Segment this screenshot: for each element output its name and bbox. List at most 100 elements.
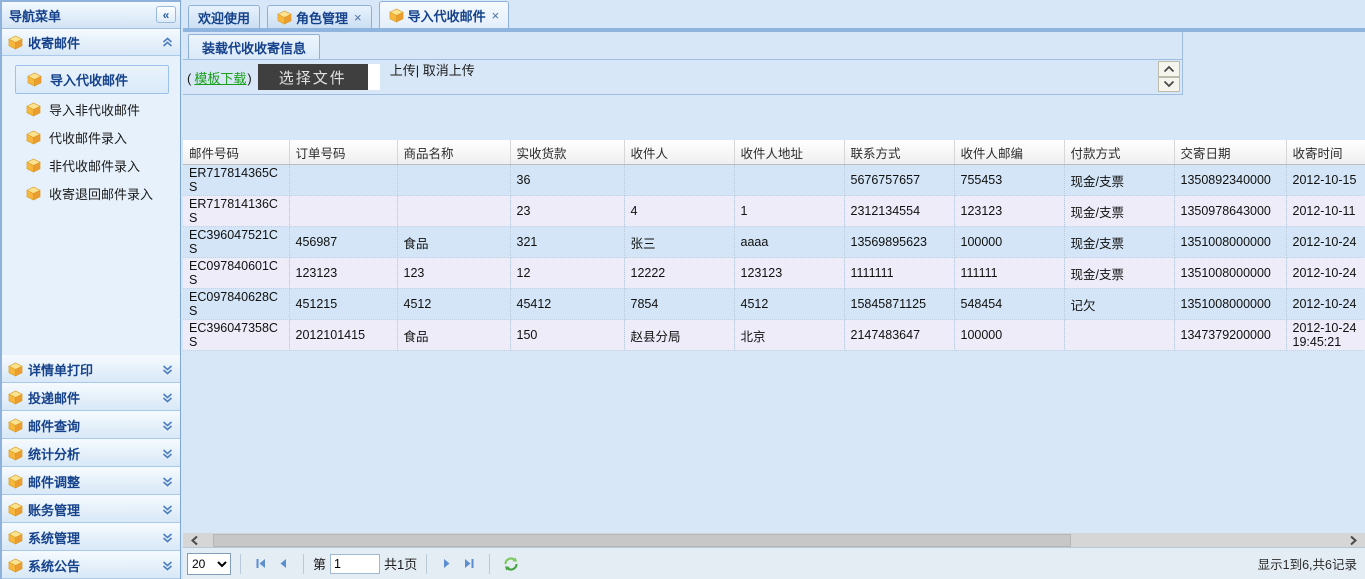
- next-page-icon: [440, 557, 454, 570]
- spinner-up-button[interactable]: [1158, 61, 1180, 77]
- sidebar-section-system-notice[interactable]: 系统公告: [2, 551, 180, 579]
- spinner-down-button[interactable]: [1158, 77, 1180, 93]
- table-cell: 15845871125: [844, 289, 954, 320]
- sidebar-collapse-button[interactable]: «: [156, 6, 176, 23]
- last-page-button[interactable]: [458, 555, 480, 572]
- table-cell: 4512: [397, 289, 510, 320]
- table-cell: 12222: [624, 258, 734, 289]
- sidebar-section-system-mgmt[interactable]: 系统管理: [2, 523, 180, 551]
- table-cell: ER717814136CS: [183, 196, 289, 227]
- table-row[interactable]: EC396047521CS456987食品321张三aaaa1356989562…: [183, 227, 1365, 258]
- subtab-label: 装载代收收寄信息: [202, 38, 306, 57]
- sidebar-item-import-collect-mail[interactable]: 导入代收邮件: [15, 65, 169, 94]
- table-row[interactable]: EC097840601CS123123123121222212312311111…: [183, 258, 1365, 289]
- upload-link[interactable]: 上传: [390, 63, 416, 78]
- sidebar-item-noncollect-mail-entry[interactable]: 非代收邮件录入: [2, 151, 180, 179]
- tab-import-collect-mail[interactable]: 导入代收邮件: [379, 1, 510, 28]
- table-row[interactable]: ER717814136CS23412312134554123123现金/支票13…: [183, 196, 1365, 227]
- table-cell: 548454: [954, 289, 1064, 320]
- prev-page-button[interactable]: [272, 555, 294, 572]
- sidebar-section-shouji-mail[interactable]: 收寄邮件: [2, 29, 180, 56]
- record-status: 显示1到6,共6记录: [1258, 554, 1365, 573]
- table-cell: 7854: [624, 289, 734, 320]
- table-cell: 现金/支票: [1064, 196, 1174, 227]
- sidebar-item-return-mail-entry[interactable]: 收寄退回邮件录入: [2, 179, 180, 207]
- last-page-icon: [462, 557, 476, 570]
- file-input-field[interactable]: 选择文件: [258, 64, 380, 90]
- chevron-down-icon[interactable]: [161, 475, 174, 488]
- chevron-down-icon[interactable]: [161, 503, 174, 516]
- tab-role-management[interactable]: 角色管理: [267, 5, 372, 28]
- table-cell: [624, 165, 734, 196]
- chevron-down-icon[interactable]: [161, 391, 174, 404]
- chevron-down-icon[interactable]: [161, 419, 174, 432]
- column-header[interactable]: 收寄时间: [1286, 140, 1365, 165]
- sidebar-section-mail-adjust[interactable]: 邮件调整: [2, 467, 180, 495]
- table-cell: 100000: [954, 227, 1064, 258]
- column-header[interactable]: 收件人地址: [734, 140, 844, 165]
- sidebar-item-label: 代收邮件录入: [49, 128, 127, 147]
- package-icon: [8, 530, 23, 545]
- chevron-down-icon[interactable]: [161, 363, 174, 376]
- column-header[interactable]: 邮件号码: [183, 140, 289, 165]
- table-cell: 1111111: [844, 258, 954, 289]
- page-number-input[interactable]: [330, 554, 380, 574]
- table-cell: 1: [734, 196, 844, 227]
- chevron-down-icon[interactable]: [161, 559, 174, 572]
- table-cell: 4: [624, 196, 734, 227]
- tab-welcome[interactable]: 欢迎使用: [188, 5, 260, 28]
- table-row[interactable]: EC396047358CS2012101415食品150赵县分局北京214748…: [183, 320, 1365, 351]
- table-cell: 食品: [397, 227, 510, 258]
- chevron-up-icon: [1163, 65, 1175, 73]
- column-header[interactable]: 实收货款: [510, 140, 624, 165]
- scroll-left-button[interactable]: [183, 533, 207, 548]
- column-header[interactable]: 收件人: [624, 140, 734, 165]
- page-size-select[interactable]: 20: [187, 553, 231, 575]
- sidebar-item-import-noncollect-mail[interactable]: 导入非代收邮件: [2, 95, 180, 123]
- column-header[interactable]: 联系方式: [844, 140, 954, 165]
- chevron-down-icon[interactable]: [161, 447, 174, 460]
- sidebar-section-label: 投递邮件: [28, 388, 156, 407]
- package-icon: [26, 158, 41, 173]
- sidebar-section-account-mgmt[interactable]: 账务管理: [2, 495, 180, 523]
- next-page-button[interactable]: [436, 555, 458, 572]
- choose-file-button[interactable]: 选择文件: [258, 64, 368, 90]
- close-icon[interactable]: [354, 10, 362, 25]
- table-cell: 2312134554: [844, 196, 954, 227]
- chevron-up-icon[interactable]: [161, 36, 174, 49]
- sidebar-item-label: 导入非代收邮件: [49, 100, 140, 119]
- page-prefix-label: 第: [313, 554, 326, 573]
- table-row[interactable]: ER717814365CS365676757657755453现金/支票1350…: [183, 165, 1365, 196]
- table-cell: [289, 165, 397, 196]
- column-header[interactable]: 交寄日期: [1174, 140, 1286, 165]
- app-root: 导航菜单 « 收寄邮件 导入代收邮件 导入非代收邮件 代收邮件录入 非: [0, 0, 1365, 579]
- table-cell: 23: [510, 196, 624, 227]
- first-page-button[interactable]: [250, 555, 272, 572]
- chevron-down-icon[interactable]: [161, 531, 174, 544]
- sidebar-item-collect-mail-entry[interactable]: 代收邮件录入: [2, 123, 180, 151]
- table-cell: [397, 165, 510, 196]
- column-header[interactable]: 收件人邮编: [954, 140, 1064, 165]
- sidebar-section-delivery-mail[interactable]: 投递邮件: [2, 383, 180, 411]
- close-icon[interactable]: [492, 8, 500, 23]
- sidebar-section-mail-query[interactable]: 邮件查询: [2, 411, 180, 439]
- scrollbar-thumb[interactable]: [213, 534, 1071, 547]
- column-header[interactable]: 付款方式: [1064, 140, 1174, 165]
- column-header[interactable]: 商品名称: [397, 140, 510, 165]
- column-header[interactable]: 订单号码: [289, 140, 397, 165]
- subtab-load-collect-info[interactable]: 装载代收收寄信息: [188, 34, 320, 59]
- refresh-button[interactable]: [499, 554, 523, 574]
- table-cell: 1351008000000: [1174, 258, 1286, 289]
- sidebar-section-detail-print[interactable]: 详情单打印: [2, 355, 180, 383]
- scroll-right-button[interactable]: [1341, 533, 1365, 548]
- table-row[interactable]: EC097840628CS451215451245412785445121584…: [183, 289, 1365, 320]
- table-cell: 36: [510, 165, 624, 196]
- table-cell: 1351008000000: [1174, 227, 1286, 258]
- horizontal-scrollbar[interactable]: [183, 533, 1365, 548]
- package-icon: [8, 558, 23, 573]
- template-download-link[interactable]: 模板下载: [194, 71, 246, 86]
- table-cell: 2012101415: [289, 320, 397, 351]
- content-gap: [183, 95, 1365, 140]
- sidebar-section-statistics[interactable]: 统计分析: [2, 439, 180, 467]
- cancel-upload-link[interactable]: 取消上传: [423, 63, 475, 78]
